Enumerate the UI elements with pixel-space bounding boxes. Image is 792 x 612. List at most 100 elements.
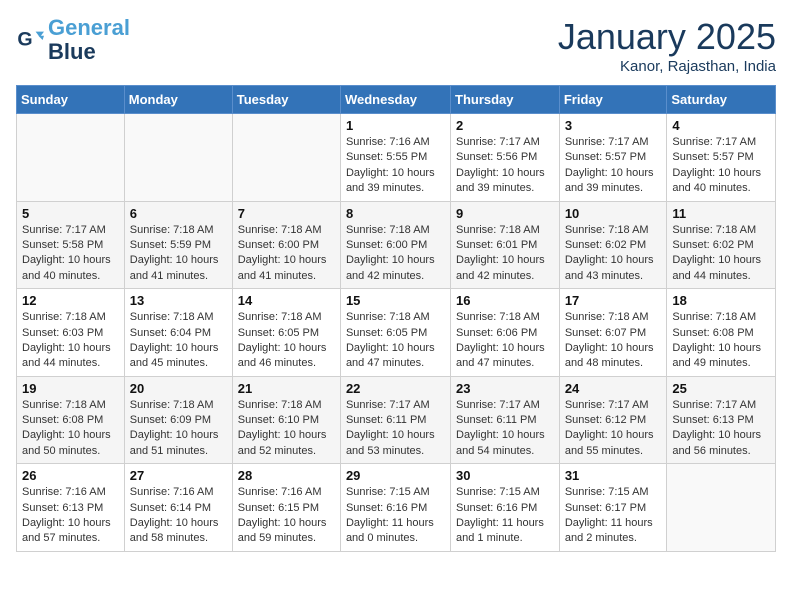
day-info: Sunrise: 7:17 AM Sunset: 5:56 PM Dayligh…: [456, 135, 554, 197]
calendar-cell: [124, 114, 232, 202]
day-info: Sunrise: 7:17 AM Sunset: 6:11 PM Dayligh…: [346, 398, 445, 460]
header-friday: Friday: [559, 86, 667, 114]
calendar-cell: [232, 114, 340, 202]
day-info: Sunrise: 7:16 AM Sunset: 5:55 PM Dayligh…: [346, 135, 445, 197]
day-info: Sunrise: 7:18 AM Sunset: 6:04 PM Dayligh…: [130, 310, 227, 372]
calendar-cell: 31Sunrise: 7:15 AM Sunset: 6:17 PM Dayli…: [559, 464, 667, 552]
calendar-cell: 19 Sunrise: 7:18 AM Sunset: 6:08 PM Dayli…: [17, 376, 125, 464]
day-info: Sunrise: 7:15 AM Sunset: 6:16 PM Dayligh…: [346, 485, 445, 547]
calendar-cell: [667, 464, 776, 552]
calendar-cell: 21 Sunrise: 7:18 AM Sunset: 6:10 PM Dayli…: [232, 376, 340, 464]
day-number: 8: [346, 206, 445, 221]
day-info: Sunrise: 7:17 AM Sunset: 5:57 PM Dayligh…: [565, 135, 662, 197]
calendar-cell: 7 Sunrise: 7:18 AM Sunset: 6:00 PM Daylig…: [232, 201, 340, 289]
day-info: Sunrise: 7:15 AM Sunset: 6:17 PM Dayligh…: [565, 485, 662, 547]
day-number: 16: [456, 293, 554, 308]
day-number: 23: [456, 381, 554, 396]
calendar-cell: 13 Sunrise: 7:18 AM Sunset: 6:04 PM Dayli…: [124, 289, 232, 377]
calendar-week-4: 19 Sunrise: 7:18 AM Sunset: 6:08 PM Dayli…: [17, 376, 776, 464]
calendar-cell: 1 Sunrise: 7:16 AM Sunset: 5:55 PM Daylig…: [340, 114, 450, 202]
day-info: Sunrise: 7:18 AM Sunset: 6:10 PM Dayligh…: [238, 398, 335, 460]
calendar-cell: 3 Sunrise: 7:17 AM Sunset: 5:57 PM Daylig…: [559, 114, 667, 202]
day-number: 25: [672, 381, 770, 396]
day-info: Sunrise: 7:18 AM Sunset: 6:03 PM Dayligh…: [22, 310, 119, 372]
day-info: Sunrise: 7:17 AM Sunset: 6:13 PM Dayligh…: [672, 398, 770, 460]
day-info: Sunrise: 7:18 AM Sunset: 6:01 PM Dayligh…: [456, 223, 554, 285]
day-number: 21: [238, 381, 335, 396]
day-number: 13: [130, 293, 227, 308]
calendar-cell: 15 Sunrise: 7:18 AM Sunset: 6:05 PM Dayli…: [340, 289, 450, 377]
calendar-cell: 28 Sunrise: 7:16 AM Sunset: 6:15 PM Dayli…: [232, 464, 340, 552]
calendar-cell: 24 Sunrise: 7:17 AM Sunset: 6:12 PM Dayli…: [559, 376, 667, 464]
calendar-cell: 5Sunrise: 7:17 AM Sunset: 5:58 PM Daylig…: [17, 201, 125, 289]
day-info: Sunrise: 7:18 AM Sunset: 6:09 PM Dayligh…: [130, 398, 227, 460]
day-number: 14: [238, 293, 335, 308]
calendar-cell: 27Sunrise: 7:16 AM Sunset: 6:14 PM Dayli…: [124, 464, 232, 552]
calendar-week-2: 5Sunrise: 7:17 AM Sunset: 5:58 PM Daylig…: [17, 201, 776, 289]
day-info: Sunrise: 7:18 AM Sunset: 6:00 PM Dayligh…: [238, 223, 335, 285]
calendar-cell: 9 Sunrise: 7:18 AM Sunset: 6:01 PM Daylig…: [451, 201, 560, 289]
day-number: 24: [565, 381, 662, 396]
title-block: January 2025 Kanor, Rajasthan, India: [558, 16, 776, 75]
day-info: Sunrise: 7:18 AM Sunset: 6:08 PM Dayligh…: [672, 310, 770, 372]
calendar-week-1: 1 Sunrise: 7:16 AM Sunset: 5:55 PM Daylig…: [17, 114, 776, 202]
day-info: Sunrise: 7:17 AM Sunset: 6:12 PM Dayligh…: [565, 398, 662, 460]
day-number: 9: [456, 206, 554, 221]
calendar-cell: 2 Sunrise: 7:17 AM Sunset: 5:56 PM Daylig…: [451, 114, 560, 202]
calendar-cell: 12 Sunrise: 7:18 AM Sunset: 6:03 PM Dayli…: [17, 289, 125, 377]
day-number: 7: [238, 206, 335, 221]
location: Kanor, Rajasthan, India: [558, 58, 776, 75]
calendar-cell: 11Sunrise: 7:18 AM Sunset: 6:02 PM Dayli…: [667, 201, 776, 289]
day-number: 6: [130, 206, 227, 221]
header-wednesday: Wednesday: [340, 86, 450, 114]
day-number: 11: [672, 206, 770, 221]
day-number: 10: [565, 206, 662, 221]
calendar-cell: 25 Sunrise: 7:17 AM Sunset: 6:13 PM Dayli…: [667, 376, 776, 464]
calendar-cell: 17Sunrise: 7:18 AM Sunset: 6:07 PM Dayli…: [559, 289, 667, 377]
header-sunday: Sunday: [17, 86, 125, 114]
day-number: 15: [346, 293, 445, 308]
header-tuesday: Tuesday: [232, 86, 340, 114]
header-monday: Monday: [124, 86, 232, 114]
day-number: 3: [565, 118, 662, 133]
day-info: Sunrise: 7:15 AM Sunset: 6:16 PM Dayligh…: [456, 485, 554, 547]
day-info: Sunrise: 7:18 AM Sunset: 6:07 PM Dayligh…: [565, 310, 662, 372]
day-info: Sunrise: 7:18 AM Sunset: 6:08 PM Dayligh…: [22, 398, 119, 460]
day-number: 1: [346, 118, 445, 133]
svg-text:G: G: [17, 29, 32, 51]
calendar-cell: 18 Sunrise: 7:18 AM Sunset: 6:08 PM Dayli…: [667, 289, 776, 377]
header-thursday: Thursday: [451, 86, 560, 114]
calendar-cell: 20 Sunrise: 7:18 AM Sunset: 6:09 PM Dayli…: [124, 376, 232, 464]
day-info: Sunrise: 7:18 AM Sunset: 6:05 PM Dayligh…: [346, 310, 445, 372]
day-info: Sunrise: 7:16 AM Sunset: 6:15 PM Dayligh…: [238, 485, 335, 547]
day-number: 18: [672, 293, 770, 308]
header-saturday: Saturday: [667, 86, 776, 114]
calendar-table: SundayMondayTuesdayWednesdayThursdayFrid…: [16, 85, 776, 552]
day-info: Sunrise: 7:18 AM Sunset: 5:59 PM Dayligh…: [130, 223, 227, 285]
month-title: January 2025: [558, 16, 776, 58]
calendar-cell: 4Sunrise: 7:17 AM Sunset: 5:57 PM Daylig…: [667, 114, 776, 202]
day-number: 30: [456, 468, 554, 483]
day-info: Sunrise: 7:18 AM Sunset: 6:05 PM Dayligh…: [238, 310, 335, 372]
calendar-cell: 8 Sunrise: 7:18 AM Sunset: 6:00 PM Daylig…: [340, 201, 450, 289]
page-header: G General Blue January 2025 Kanor, Rajas…: [16, 16, 776, 75]
day-info: Sunrise: 7:17 AM Sunset: 5:58 PM Dayligh…: [22, 223, 119, 285]
day-info: Sunrise: 7:18 AM Sunset: 6:06 PM Dayligh…: [456, 310, 554, 372]
day-number: 19: [22, 381, 119, 396]
day-number: 20: [130, 381, 227, 396]
day-info: Sunrise: 7:18 AM Sunset: 6:02 PM Dayligh…: [565, 223, 662, 285]
day-info: Sunrise: 7:16 AM Sunset: 6:13 PM Dayligh…: [22, 485, 119, 547]
day-number: 2: [456, 118, 554, 133]
calendar-cell: 10 Sunrise: 7:18 AM Sunset: 6:02 PM Dayli…: [559, 201, 667, 289]
calendar-cell: 16 Sunrise: 7:18 AM Sunset: 6:06 PM Dayli…: [451, 289, 560, 377]
day-info: Sunrise: 7:18 AM Sunset: 6:00 PM Dayligh…: [346, 223, 445, 285]
logo-text-line1: General: [48, 16, 130, 40]
calendar-header-row: SundayMondayTuesdayWednesdayThursdayFrid…: [17, 86, 776, 114]
day-number: 4: [672, 118, 770, 133]
day-number: 12: [22, 293, 119, 308]
day-info: Sunrise: 7:16 AM Sunset: 6:14 PM Dayligh…: [130, 485, 227, 547]
calendar-week-3: 12 Sunrise: 7:18 AM Sunset: 6:03 PM Dayli…: [17, 289, 776, 377]
logo: G General Blue: [16, 16, 130, 64]
day-number: 28: [238, 468, 335, 483]
calendar-cell: 29Sunrise: 7:15 AM Sunset: 6:16 PM Dayli…: [340, 464, 450, 552]
